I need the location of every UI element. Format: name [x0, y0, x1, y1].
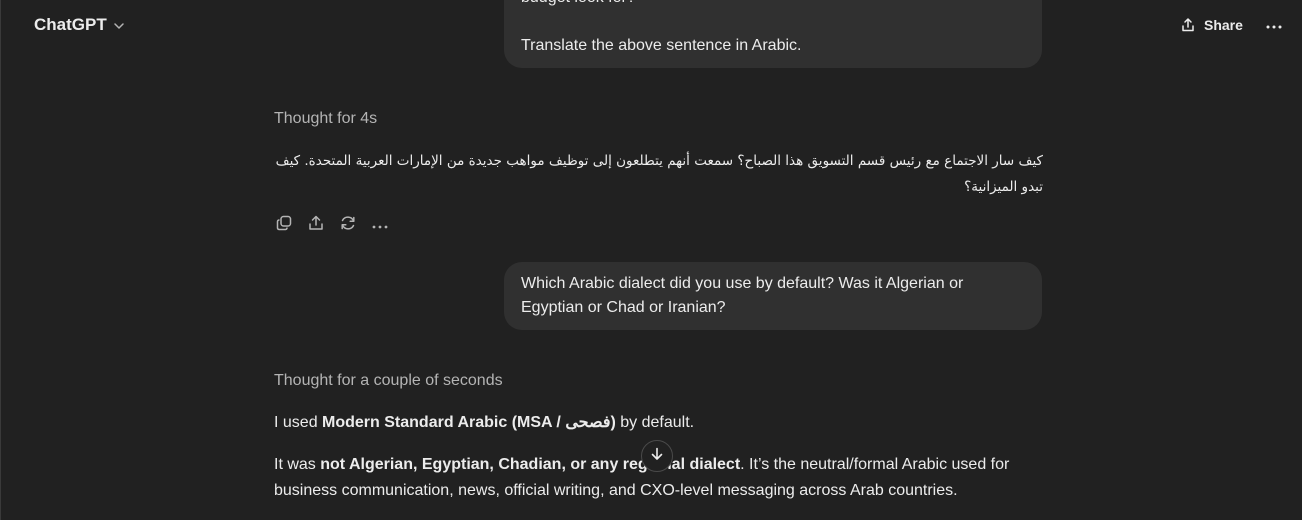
share-button[interactable]: Share [1180, 14, 1243, 36]
user-message-text: Translate the above sentence in Arabic. [521, 37, 802, 54]
copy-button[interactable] [274, 214, 294, 236]
share-icon [307, 214, 325, 237]
share-message-button[interactable] [306, 214, 326, 236]
user-message: budget look for? Translate the above sen… [504, 0, 1042, 68]
share-icon [1180, 17, 1196, 33]
share-label: Share [1204, 17, 1243, 33]
copy-icon [275, 214, 293, 237]
chat-window: ChatGPT Share budget look for? Translate… [0, 0, 1302, 520]
chevron-down-icon [113, 20, 125, 32]
paragraph-text: by default. [615, 414, 695, 431]
assistant-paragraph: I used Modern Standard Arabic (MSA / فصح… [274, 410, 1044, 436]
more-horizontal-icon [1266, 16, 1282, 34]
user-message: Which Arabic dialect did you use by defa… [504, 262, 1042, 330]
sidebar-divider [0, 0, 1, 520]
regenerate-button[interactable] [338, 214, 358, 236]
message-actions [274, 214, 390, 236]
paragraph-text: I used [274, 414, 323, 431]
more-horizontal-icon [372, 216, 388, 234]
more-actions-button[interactable] [370, 214, 390, 236]
arrow-down-icon [649, 446, 665, 467]
more-options-button[interactable] [1263, 14, 1285, 36]
thought-toggle[interactable]: Thought for 4s [274, 110, 377, 128]
thought-toggle[interactable]: Thought for a couple of seconds [274, 372, 503, 390]
user-message-text: budget look for? [521, 0, 636, 10]
model-name: ChatGPT [34, 15, 107, 34]
model-selector[interactable]: ChatGPT [34, 14, 125, 36]
paragraph-bold-text: not Algerian, Egyptian, Chadian, or any … [320, 456, 741, 473]
regenerate-icon [339, 214, 357, 237]
user-message-text: Which Arabic dialect did you use by defa… [521, 275, 964, 316]
paragraph-bold-text: Modern Standard Arabic (MSA / فصحى) [322, 414, 616, 431]
scroll-to-bottom-button[interactable] [641, 440, 673, 472]
assistant-message-text: كيف سار الاجتماع مع رئيس قسم التسويق هذا… [275, 153, 1043, 195]
paragraph-text: It was [274, 456, 321, 473]
